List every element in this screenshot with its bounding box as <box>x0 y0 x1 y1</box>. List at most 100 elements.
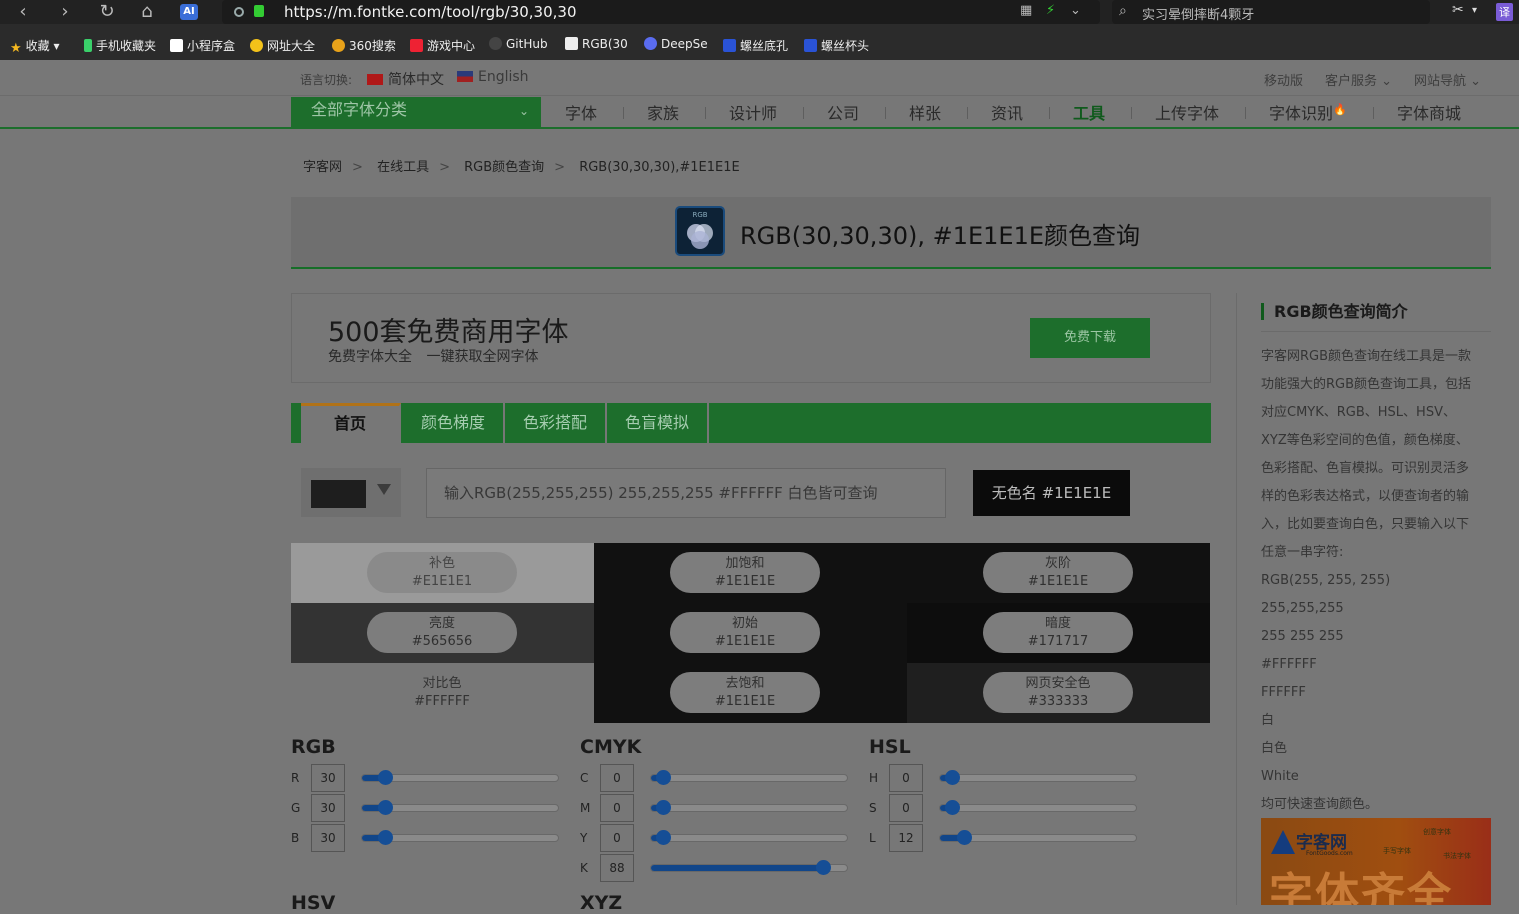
color-swatch[interactable] <box>311 480 366 508</box>
qr-icon[interactable]: ▦ <box>1020 3 1032 18</box>
swatch-pill[interactable]: 初始 #1E1E1E <box>670 612 820 653</box>
slider-knob[interactable] <box>378 770 394 785</box>
slider-track[interactable] <box>361 830 559 845</box>
color-query-input[interactable] <box>426 468 946 518</box>
nav-item[interactable]: 家族 <box>647 100 679 124</box>
bookmark-item[interactable]: ★ 收藏 ▾ <box>10 37 60 56</box>
slider-knob[interactable] <box>655 800 671 815</box>
slider-track[interactable] <box>361 800 559 815</box>
chevron-down-icon[interactable]: ▾ <box>1472 5 1477 16</box>
nav-item[interactable]: 资讯 <box>991 100 1023 124</box>
swatch-pill[interactable]: 加饱和 #1E1E1E <box>670 552 820 593</box>
tab-colorblind[interactable]: 色盲模拟 <box>607 403 709 443</box>
tab-matching[interactable]: 色彩搭配 <box>505 403 607 443</box>
mobile-link[interactable]: 移动版 <box>1264 70 1303 89</box>
swatch-pill[interactable]: 对比色 #FFFFFF <box>367 672 517 713</box>
tab-gradient[interactable]: 颜色梯度 <box>403 403 505 443</box>
slider-value-input[interactable]: 12 <box>889 824 923 852</box>
lang-en[interactable]: English <box>457 69 529 85</box>
slider-value-input[interactable]: 30 <box>311 794 345 822</box>
breadcrumb-item[interactable]: RGB颜色查询 <box>464 160 544 175</box>
chevron-down-icon[interactable]: ⌄ <box>1070 3 1081 18</box>
site-nav-link[interactable]: 网站导航 ⌄ <box>1414 70 1481 89</box>
swatch-cell[interactable]: 亮度 #565656 <box>291 603 594 663</box>
slider-value-input[interactable]: 88 <box>600 854 634 882</box>
bookmark-item[interactable]: 网址大全 <box>250 37 315 54</box>
slider-track[interactable] <box>939 830 1137 845</box>
slider-track[interactable] <box>650 860 848 875</box>
swatch-cell[interactable]: 补色 #E1E1E1 <box>291 543 594 603</box>
breadcrumb-item[interactable]: 字客网 <box>303 160 342 175</box>
swatch-cell[interactable]: 去饱和 #1E1E1E <box>594 663 907 723</box>
site-info-icon[interactable] <box>234 7 244 17</box>
slider-track[interactable] <box>650 830 848 845</box>
customer-service-link[interactable]: 客户服务 ⌄ <box>1325 70 1392 89</box>
swatch-pill[interactable]: 灰阶 #1E1E1E <box>983 552 1133 593</box>
bookmark-item[interactable]: RGB(30 <box>565 37 628 51</box>
fontgoods-banner[interactable]: 字客网 FontGoods.com 创意字体 手写字体 书法字体 字体齐全 <box>1261 818 1491 905</box>
slider-value-input[interactable]: 30 <box>311 824 345 852</box>
slider-value-input[interactable]: 0 <box>889 764 923 792</box>
forward-icon[interactable]: › <box>54 2 76 22</box>
nav-item[interactable]: 字体识别🔥 <box>1269 100 1347 124</box>
nav-item[interactable]: 设计师 <box>729 100 777 124</box>
bookmark-item[interactable]: 360搜索 <box>332 37 396 54</box>
tab-home[interactable]: 首页 <box>301 403 401 443</box>
breadcrumb-item[interactable]: 在线工具 <box>377 160 429 175</box>
swatch-pill[interactable]: 暗度 #171717 <box>983 612 1133 653</box>
browser-search[interactable]: ⌕ 实习晕倒摔断4颗牙 <box>1112 0 1430 24</box>
all-categories-button[interactable]: 全部字体分类 ⌄ <box>291 97 541 129</box>
slider-knob[interactable] <box>655 770 671 785</box>
slider-knob[interactable] <box>956 830 972 845</box>
free-download-button[interactable]: 免费下载 <box>1030 318 1150 358</box>
swatch-pill[interactable]: 网页安全色 #333333 <box>983 672 1133 713</box>
swatch-cell[interactable]: 暗度 #171717 <box>907 603 1210 663</box>
slider-track[interactable] <box>939 770 1137 785</box>
slider-value-input[interactable]: 0 <box>600 794 634 822</box>
address-bar[interactable]: https://m.fontke.com/tool/rgb/30,30,30 ▦… <box>222 0 1100 24</box>
slider-knob[interactable] <box>378 800 394 815</box>
slider-knob[interactable] <box>816 860 832 875</box>
swatch-cell[interactable]: 对比色 #FFFFFF <box>291 663 594 723</box>
slider-track[interactable] <box>939 800 1137 815</box>
swatch-cell[interactable]: 灰阶 #1E1E1E <box>907 543 1210 603</box>
slider-knob[interactable] <box>655 830 671 845</box>
home-icon[interactable]: ⌂ <box>136 2 158 22</box>
swatch-cell[interactable]: 网页安全色 #333333 <box>907 663 1210 723</box>
ai-icon[interactable]: AI <box>180 4 198 20</box>
swatch-cell[interactable]: 加饱和 #1E1E1E <box>594 543 907 603</box>
url-text[interactable]: https://m.fontke.com/tool/rgb/30,30,30 <box>284 3 577 21</box>
caret-down-icon[interactable] <box>377 484 391 495</box>
lang-zh[interactable]: 简体中文 <box>367 69 444 89</box>
slider-knob[interactable] <box>944 800 960 815</box>
nav-item[interactable]: 上传字体 <box>1155 100 1219 124</box>
nav-item[interactable]: 字体商城 <box>1397 100 1461 124</box>
slider-track[interactable] <box>650 800 848 815</box>
bookmark-item[interactable]: GitHub <box>489 37 548 51</box>
translate-icon[interactable]: 译 <box>1496 3 1513 21</box>
slider-value-input[interactable]: 0 <box>889 794 923 822</box>
slider-track[interactable] <box>361 770 559 785</box>
bookmark-item[interactable]: 螺丝杯头 <box>804 37 869 54</box>
bookmark-item[interactable]: DeepSe <box>644 37 708 51</box>
swatch-cell[interactable]: 初始 #1E1E1E <box>594 603 907 663</box>
bookmark-item[interactable]: 小程序盒 <box>170 37 235 54</box>
slider-knob[interactable] <box>944 770 960 785</box>
bookmark-item[interactable]: 螺丝底孔 <box>723 37 788 54</box>
reload-icon[interactable]: ↻ <box>96 2 118 22</box>
bookmark-item[interactable]: 游戏中心 <box>410 37 475 54</box>
slider-track[interactable] <box>650 770 848 785</box>
nav-item[interactable]: 字体 <box>565 100 597 124</box>
swatch-pill[interactable]: 去饱和 #1E1E1E <box>670 672 820 713</box>
color-picker[interactable] <box>301 468 401 517</box>
color-name-button[interactable]: 无色名 #1E1E1E <box>973 470 1130 516</box>
slider-value-input[interactable]: 0 <box>600 764 634 792</box>
nav-item-active[interactable]: 工具 <box>1073 100 1105 124</box>
bookmark-item[interactable]: 手机收藏夹 <box>84 37 156 54</box>
swatch-pill[interactable]: 补色 #E1E1E1 <box>367 552 517 593</box>
nav-item[interactable]: 样张 <box>909 100 941 124</box>
nav-item[interactable]: 公司 <box>827 100 859 124</box>
back-icon[interactable]: ‹ <box>12 2 34 22</box>
ad-banner[interactable]: 500套免费商用字体 免费字体大全 一键获取全网字体 免费下载 <box>291 293 1211 383</box>
slider-value-input[interactable]: 0 <box>600 824 634 852</box>
